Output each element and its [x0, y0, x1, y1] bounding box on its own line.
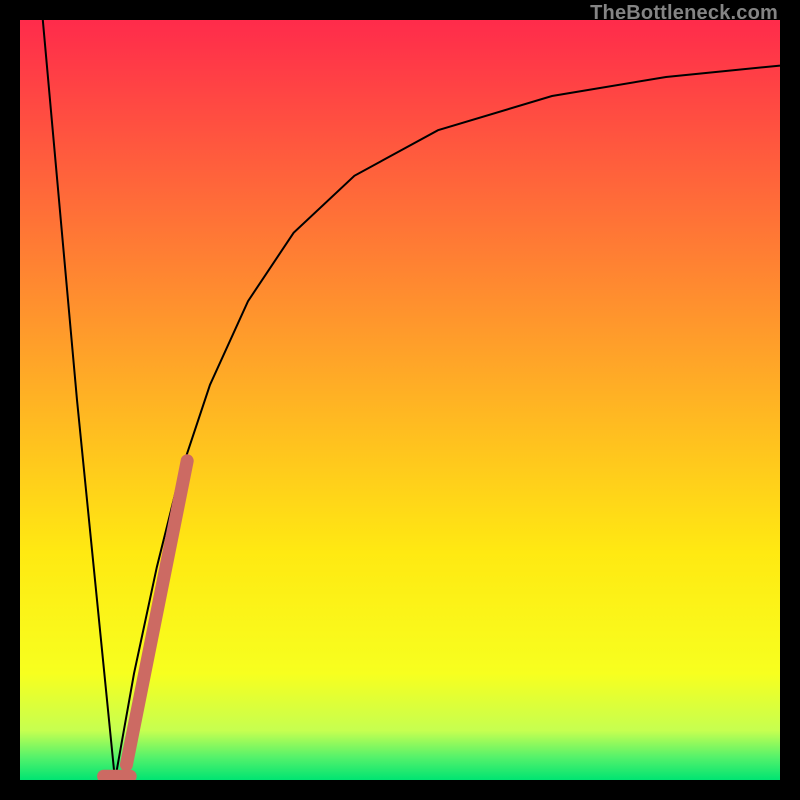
- series-left-descent: [43, 20, 115, 780]
- watermark-text: TheBottleneck.com: [590, 2, 778, 25]
- chart-container: TheBottleneck.com: [0, 0, 800, 800]
- series-right-ascent: [115, 66, 780, 780]
- plot-area: [20, 20, 780, 780]
- series-layer: [20, 20, 780, 780]
- series-highlight-band: [126, 461, 187, 765]
